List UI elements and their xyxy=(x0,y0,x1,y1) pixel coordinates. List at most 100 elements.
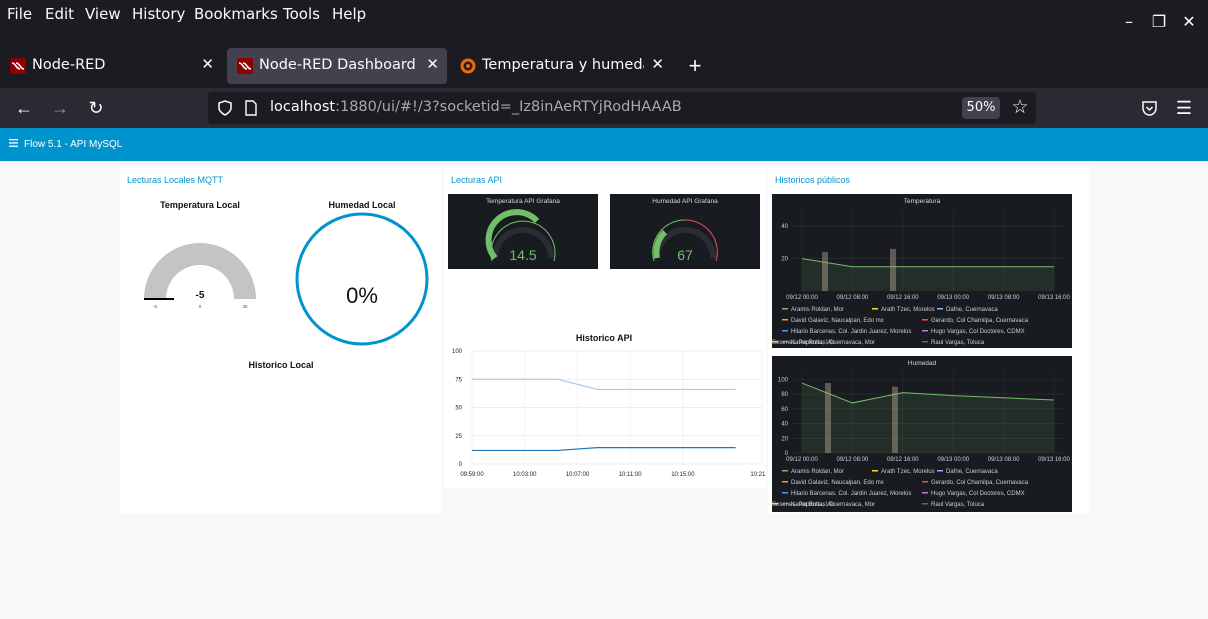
x-tick-label: 10:21:00 xyxy=(750,472,766,478)
tab-node-red-dashboard[interactable]: Node-RED Dashboard ✕ xyxy=(227,48,447,84)
menu-view[interactable]: View xyxy=(85,5,121,23)
close-tab-icon[interactable]: ✕ xyxy=(201,55,214,73)
page-icon[interactable] xyxy=(244,100,258,116)
new-tab-button[interactable]: + xyxy=(684,52,706,80)
legend-swatch xyxy=(937,470,943,472)
y-tick-label: 0 xyxy=(459,462,463,468)
menu-help[interactable]: Help xyxy=(332,5,366,23)
legend-swatch xyxy=(782,330,788,332)
close-window-icon[interactable]: ✕ xyxy=(1177,10,1201,34)
temp-local-min: -5 xyxy=(153,304,157,309)
grafana-icon xyxy=(460,58,476,74)
group-title: Historicos públicos xyxy=(775,175,851,185)
legend-swatch xyxy=(922,330,928,332)
data-spike xyxy=(890,248,896,291)
hist-local-title: Historico Local xyxy=(248,360,314,370)
legend-item: David Galaviz, Naucalpan, Edo mx xyxy=(791,318,884,324)
menu-bookmarks[interactable]: Bookmarks xyxy=(194,5,278,23)
tab-node-red[interactable]: Node-RED ✕ xyxy=(0,48,222,84)
y-tick-label: 40 xyxy=(781,422,788,428)
hist-api-title: Historico API xyxy=(575,333,633,343)
panel-title: Temperatura API Grafana xyxy=(486,198,560,205)
series-area xyxy=(802,258,1054,291)
temp-api-value: 14.5 xyxy=(509,247,536,263)
temperatura-panel: Temperatura 20 40 09/12 00:00 09/12 08:00 09… xyxy=(772,194,1072,348)
dashboard-header: Flow 5.1 - API MySQL xyxy=(0,128,1208,161)
x-tick-label: 09/13 16:00 xyxy=(1038,295,1070,301)
url-text[interactable]: localhost:1880/ui/#!/3?socketid=_Iz8inAe… xyxy=(270,99,682,115)
temp-api-gauge: 14.5 xyxy=(485,209,556,263)
series-area xyxy=(802,383,1054,453)
y-tick-label: 80 xyxy=(781,392,788,398)
node-red-icon xyxy=(237,58,253,74)
shield-icon[interactable] xyxy=(217,100,233,116)
x-tick-label: 09/13 00:00 xyxy=(937,457,969,463)
menu-bar: File Edit View History Bookmarks Tools H… xyxy=(0,0,1208,44)
x-tick-label: 09/12 08:00 xyxy=(837,457,869,463)
data-spike xyxy=(822,252,828,291)
hum-api-panel: Humedad API Grafana 67 xyxy=(610,194,760,269)
x-tick-label: 10:03:00 xyxy=(513,472,537,478)
hum-api-value: 67 xyxy=(677,247,693,263)
group-title: Lecturas Locales MQTT xyxy=(127,175,224,185)
x-tick-label: 09/12 00:00 xyxy=(786,295,818,301)
legend-swatch xyxy=(922,481,928,483)
series-line xyxy=(472,378,736,391)
legend-swatch xyxy=(937,308,943,310)
legend-swatch xyxy=(922,319,928,321)
legend-swatch xyxy=(782,492,788,494)
x-tick-label: 09/13 08:00 xyxy=(988,295,1020,301)
legend-item: Hugo Vargas, Col Doctores, CDMX xyxy=(931,491,1025,497)
legend-item: Arath Tzec, Morelos xyxy=(881,469,935,475)
group-lecturas-locales: Lecturas Locales MQTT Temperatura Local … xyxy=(120,166,442,514)
pocket-icon[interactable] xyxy=(1141,100,1158,117)
x-tick-label: 10:11:00 xyxy=(619,472,643,478)
url-bar[interactable]: localhost:1880/ui/#!/3?socketid=_Iz8inAe… xyxy=(208,92,1036,124)
group-title: Lecturas API xyxy=(451,175,503,185)
back-icon[interactable]: ← xyxy=(12,96,36,120)
legend-swatch xyxy=(782,481,788,483)
temp-local-gauge: -5 -5 0 35 xyxy=(144,243,256,309)
x-tick-label: 09:59:00 xyxy=(460,472,484,478)
bookmark-star-icon[interactable]: ☆ xyxy=(1008,96,1032,120)
group-historicos-publicos: Historicos públicos Temperatura 20 40 09/1… xyxy=(768,166,1090,514)
tab-bar: Node-RED ✕ Node-RED Dashboard ✕ Temperat… xyxy=(0,44,1208,88)
tab-label: Temperatura y humedad xyxy=(482,57,644,73)
minimize-icon[interactable]: – xyxy=(1117,10,1141,34)
hum-local-value: 0% xyxy=(346,283,378,308)
x-tick-label: 10:07:00 xyxy=(566,472,590,478)
legend-item: Arath Tzec, Morelos xyxy=(881,307,935,313)
temperatura-chart: 20 40 09/12 00:00 09/12 08:00 09/12 16:00 09/… xyxy=(772,210,1071,346)
forward-icon[interactable]: → xyxy=(48,96,72,120)
menu-tools[interactable]: Tools xyxy=(283,5,320,23)
close-tab-icon[interactable]: ✕ xyxy=(426,55,439,73)
menu-edit[interactable]: Edit xyxy=(45,5,74,23)
y-tick-label: 75 xyxy=(455,377,462,383)
menu-file[interactable]: File xyxy=(7,5,32,23)
reload-icon[interactable]: ↻ xyxy=(84,96,108,120)
menu-icon[interactable] xyxy=(9,139,18,147)
legend-item: Raul Vargas, Toluca xyxy=(931,502,985,508)
maximize-icon[interactable]: ❐ xyxy=(1147,10,1171,34)
legend-item: Dafne, Cuernavaca xyxy=(946,307,998,313)
x-tick-label: 09/12 16:00 xyxy=(887,295,919,301)
tab-grafana[interactable]: Temperatura y humedad ✕ xyxy=(450,48,672,84)
y-tick-label: 20 xyxy=(781,257,788,263)
legend-swatch xyxy=(922,503,928,505)
menu-history[interactable]: History xyxy=(132,5,185,23)
hamburger-menu-icon[interactable]: ☰ xyxy=(1172,96,1196,120)
x-tick-label: 09/12 08:00 xyxy=(837,295,869,301)
legend-swatch xyxy=(922,492,928,494)
tab-label: Node-RED Dashboard xyxy=(259,57,416,73)
data-spike xyxy=(892,386,898,453)
data-spike xyxy=(825,383,831,453)
legend-item: Hugo Vargas, Col Doctores, CDMX xyxy=(931,329,1025,335)
legend-item: Dafne, Cuernavaca xyxy=(946,469,998,475)
x-tick-label: 10:15:00 xyxy=(671,472,695,478)
zoom-level[interactable]: 50% xyxy=(962,97,1000,119)
close-tab-icon[interactable]: ✕ xyxy=(651,55,664,73)
node-red-icon xyxy=(10,58,26,74)
series-line xyxy=(472,447,736,452)
x-tick-label: 09/12 00:00 xyxy=(786,457,818,463)
legend-item: Gerardo, Col Chamilpa, Cuernavaca xyxy=(931,318,1029,324)
